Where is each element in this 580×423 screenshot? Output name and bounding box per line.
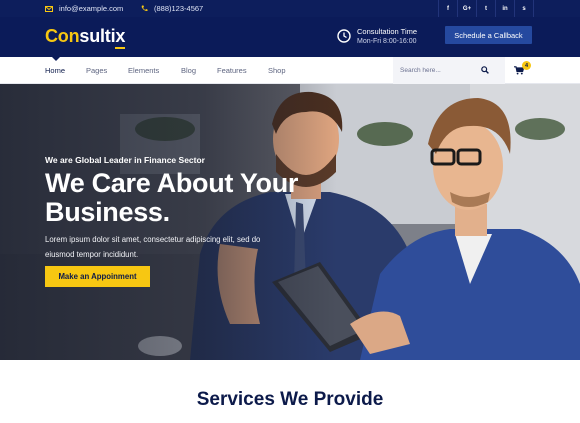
phone-contact[interactable]: (888)123-4567: [141, 0, 203, 17]
nav-item-pages[interactable]: Pages: [86, 57, 107, 84]
hero-title: We Care About Your Business.: [45, 168, 299, 227]
skype-icon[interactable]: s: [515, 0, 534, 17]
logo-underline: [115, 47, 125, 49]
make-appointment-button[interactable]: Make an Appoinment: [45, 266, 150, 287]
hero-description: Lorem ipsum dolor sit amet, consectetur …: [45, 235, 261, 259]
linkedin-icon[interactable]: in: [496, 0, 515, 17]
logo-part1: Con: [45, 26, 80, 46]
hero-tagline: We are Global Leader in Finance Sector: [45, 155, 205, 165]
nav-item-shop[interactable]: Shop: [268, 57, 286, 84]
site-logo[interactable]: Consultix: [45, 26, 126, 49]
cart-count-badge: 4: [522, 61, 531, 70]
services-heading: Services We Provide: [196, 389, 384, 410]
nav-item-home[interactable]: Home: [45, 57, 65, 84]
consultation-hours: Mon-Fri 8:00-16:00: [357, 38, 417, 45]
twitter-icon[interactable]: t: [477, 0, 496, 17]
facebook-icon[interactable]: f: [439, 0, 458, 17]
consultation-title: Consultation Time: [357, 27, 418, 36]
top-contact-bar: info@example.com (888)123-4567 f G+ t in…: [0, 0, 580, 17]
nav-item-elements[interactable]: Elements: [128, 57, 159, 84]
email-contact[interactable]: info@example.com: [45, 0, 123, 17]
google-plus-icon[interactable]: G+: [458, 0, 477, 17]
logo-part2: sultix: [79, 26, 126, 46]
phone-icon: [141, 5, 148, 12]
nav-item-features[interactable]: Features: [217, 57, 247, 84]
social-links: f G+ t in s: [438, 0, 534, 17]
brand-header: Consultix Consultation Time Mon-Fri 8:00…: [0, 17, 580, 57]
search-box: [393, 57, 505, 84]
search-icon[interactable]: [481, 66, 489, 74]
phone-text: (888)123-4567: [154, 4, 204, 13]
search-input[interactable]: [400, 64, 480, 77]
envelope-icon: [45, 5, 53, 12]
clock-icon: [337, 29, 351, 43]
schedule-callback-button[interactable]: Schedule a Callback: [445, 26, 532, 44]
email-text: info@example.com: [59, 4, 124, 13]
main-nav: Home Pages Elements Blog Features Shop 4: [0, 57, 580, 84]
hero-section: We are Global Leader in Finance Sector W…: [0, 84, 580, 360]
nav-item-blog[interactable]: Blog: [181, 57, 196, 84]
